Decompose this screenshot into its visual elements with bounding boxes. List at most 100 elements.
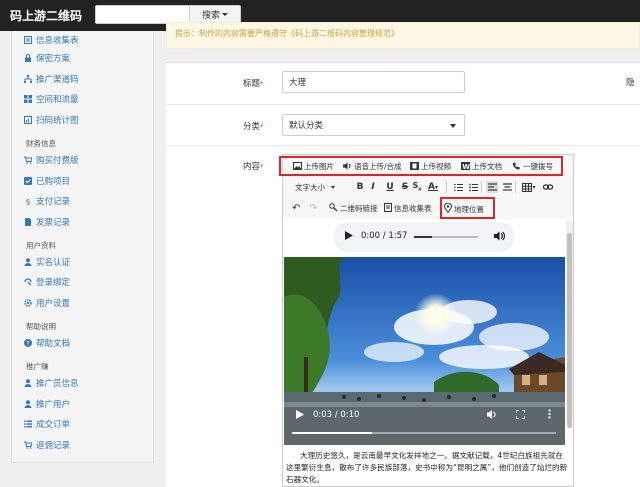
check-icon (24, 177, 32, 185)
brand-title[interactable]: 码上游二维码 (10, 7, 82, 24)
video-progress[interactable] (292, 432, 556, 434)
caret-down-icon (331, 186, 335, 189)
sidebar-item-label: 实名认证 (36, 258, 71, 268)
content-label-text: 内容 (243, 162, 261, 172)
link-icon[interactable] (542, 181, 554, 193)
toolbar-separator (481, 181, 482, 193)
sidebar-item-stats[interactable]: 扫码统计图 (12, 111, 153, 129)
sidebar-item-label: 成交订单 (36, 420, 71, 430)
form-icon (24, 36, 32, 44)
sidebar-item-payments[interactable]: $ 支付记录 (12, 192, 153, 210)
category-select[interactable]: 默认分类 (282, 114, 465, 136)
editor-body-text[interactable]: 大理历史悠久，是云南最早文化发祥地之一。据文献记载，4世纪白族祖先就在这里繁衍生… (286, 450, 570, 486)
sidebar-item-promoter-info[interactable]: 推广员信息 (12, 374, 153, 392)
row-divider (166, 145, 640, 146)
category-label-text: 分类 (243, 122, 261, 132)
title-label-text: 标题 (243, 79, 261, 89)
sidebar-item-buy[interactable]: 购买付费版 (12, 151, 153, 169)
person-icon (24, 379, 32, 387)
info-form-button[interactable]: 信息收集表 (384, 203, 432, 214)
sidebar-section-promo: 推广赚 (26, 362, 49, 371)
editor-scrollbar[interactable] (566, 221, 573, 428)
sidebar-item-realname[interactable]: 实名认证 (12, 253, 153, 271)
sidebar-item-label: 帮助文档 (36, 339, 71, 349)
strikethrough-button[interactable]: S (399, 181, 411, 193)
category-label: 分类* (243, 120, 264, 132)
font-size-label: 文字大小 (295, 183, 325, 192)
sidebar-section-user: 用户资料 (26, 241, 56, 250)
cart-icon (24, 441, 32, 449)
sidebar-item-form[interactable]: 信息收集表 (12, 31, 153, 49)
category-select-value: 默认分类 (289, 121, 324, 131)
align-left-button[interactable] (486, 181, 498, 193)
sidebar-item-login-binding[interactable]: 登录绑定 (12, 273, 153, 291)
sidebar-item-security[interactable]: 保密方案 (12, 49, 153, 67)
sidebar-item-promo-users[interactable]: 推广用户 (12, 395, 153, 413)
audio-progress[interactable] (414, 236, 478, 238)
ordered-list-button[interactable] (452, 181, 464, 193)
grid-icon (24, 95, 32, 103)
sidebar-item-label: 空间和流量 (36, 95, 79, 105)
chart-icon (24, 116, 32, 124)
sidebar-item-channel-code[interactable]: 推广渠道码 (12, 70, 153, 88)
help-icon: ? (24, 339, 32, 347)
person-icon (24, 400, 32, 408)
font-size-dropdown[interactable]: 文字大小 (295, 182, 335, 193)
title-input[interactable]: 大理 (282, 71, 465, 93)
title-label: 标题* (243, 77, 264, 89)
sidebar-item-label: 扫码统计图 (36, 116, 79, 126)
align-center-button[interactable] (501, 181, 513, 193)
toolbar-separator (515, 181, 516, 193)
subscript-button[interactable]: Sx (411, 181, 423, 193)
qrcode-link-button[interactable]: 二维码链接 (329, 203, 378, 214)
qrcode-link-label: 二维码链接 (340, 204, 378, 213)
table-button[interactable]: ▾ (520, 181, 538, 193)
fullscreen-icon[interactable] (515, 409, 526, 422)
redo-button[interactable]: ↷ (309, 203, 317, 214)
sidebar-section-help: 帮助说明 (26, 322, 56, 331)
sidebar-item-label: 购买付费版 (36, 156, 79, 166)
font-color-button[interactable]: A ▾ (424, 181, 442, 193)
sidebar-item-orders[interactable]: 成交订单 (12, 415, 153, 433)
video-play-icon[interactable] (296, 410, 304, 422)
italic-button[interactable]: I (367, 181, 379, 193)
unordered-list-button[interactable] (467, 181, 479, 193)
lock-icon (24, 54, 32, 62)
volume-icon[interactable] (494, 231, 506, 244)
redo-icon: ↷ (309, 203, 318, 214)
undo-button[interactable]: ↶ (292, 203, 300, 214)
link-icon (24, 278, 32, 286)
audio-time: 0:00 / 1:57 (361, 231, 408, 241)
highlight-box-upload-tools (279, 156, 563, 176)
sidebar-item-label: 保密方案 (36, 54, 71, 64)
invoice-icon (24, 218, 32, 226)
document-icon (384, 203, 392, 214)
content-label: 内容* (243, 160, 264, 172)
toolbar-separator (446, 181, 447, 193)
sitemap-icon (24, 75, 32, 83)
video-volume-icon[interactable] (487, 410, 497, 422)
cart-icon (24, 156, 32, 164)
sidebar: 信息收集表 保密方案 推广渠道码 空间和流量 扫码统计图 财务信息 购买付费版 … (11, 31, 154, 463)
more-options-icon[interactable] (548, 409, 551, 422)
sidebar-item-label: 返佣记录 (36, 441, 71, 451)
sidebar-item-space[interactable]: 空间和流量 (12, 90, 153, 108)
play-icon[interactable] (345, 231, 353, 243)
sidebar-item-user-settings[interactable]: 用户设置 (12, 294, 153, 312)
chevron-down-icon (450, 124, 456, 128)
sidebar-item-help-docs[interactable]: ? 帮助文档 (12, 334, 153, 352)
sidebar-item-label: 推广渠道码 (36, 75, 79, 85)
video-time: 0:03 / 0:10 (313, 410, 360, 420)
sidebar-item-label: 用户设置 (36, 299, 71, 309)
sidebar-item-label: 推广员信息 (36, 379, 79, 389)
underline-button[interactable]: U (384, 181, 396, 193)
bold-button[interactable]: B (354, 181, 366, 193)
sidebar-item-commission[interactable]: 返佣记录 (12, 436, 153, 454)
sidebar-item-purchased[interactable]: 已购项目 (12, 172, 153, 190)
undo-icon: ↶ (292, 203, 301, 214)
gear-icon (24, 299, 32, 307)
svg-text:?: ? (26, 340, 29, 348)
required-mark: * (260, 123, 264, 131)
sidebar-item-label: 发票记录 (36, 218, 71, 228)
sidebar-item-invoices[interactable]: 发票记录 (12, 213, 153, 231)
